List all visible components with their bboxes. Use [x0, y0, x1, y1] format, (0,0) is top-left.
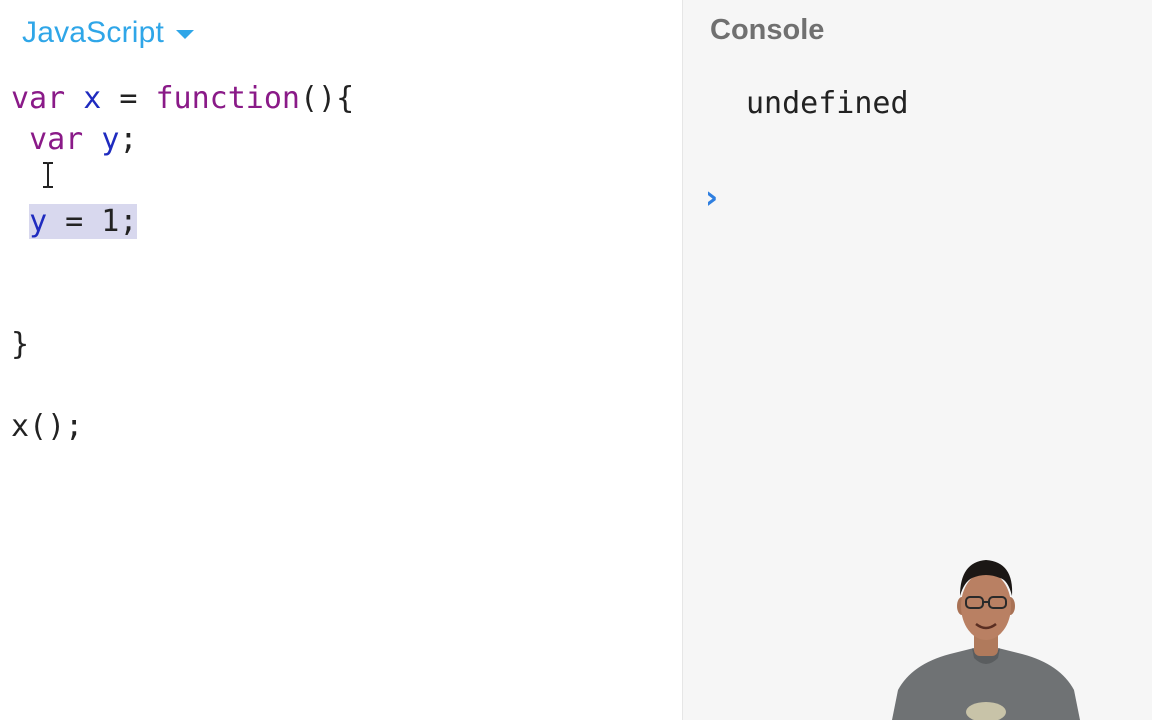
caret-down-icon[interactable] — [176, 30, 195, 39]
code-identifier: y — [101, 122, 120, 157]
console-output-line: undefined — [746, 86, 909, 121]
code-identifier: y — [29, 204, 48, 239]
code-line: } — [11, 327, 30, 362]
code-keyword: var — [29, 122, 84, 157]
language-selector[interactable]: JavaScript — [22, 14, 195, 52]
console-prompt-icon[interactable]: › — [705, 178, 718, 216]
code-line-empty — [11, 283, 354, 324]
code-punctuation: (){ — [300, 81, 355, 116]
selected-code: y = 1; — [29, 204, 138, 239]
code-line: var x = function(){ — [11, 78, 354, 119]
app: JavaScript var x = function(){ var y; y … — [0, 0, 1152, 720]
code-punctuation: ; — [119, 122, 138, 157]
code-line-empty — [11, 365, 354, 406]
language-label: JavaScript — [22, 16, 165, 49]
code-area[interactable]: var x = function(){ var y; y = 1;} x(); — [11, 78, 354, 447]
code-line: x(); — [11, 409, 84, 444]
code-line-empty — [11, 160, 354, 201]
code-operator: = — [101, 81, 156, 116]
code-line-empty — [11, 242, 354, 283]
code-keyword: function — [155, 81, 301, 116]
code-keyword: var — [11, 81, 66, 116]
console-title: Console — [710, 14, 825, 46]
code-line: var y; — [11, 119, 354, 160]
code-editor-pane[interactable]: JavaScript var x = function(){ var y; y … — [0, 0, 682, 720]
code-identifier: x — [83, 81, 102, 116]
presenter-video — [892, 560, 1080, 720]
code-line: y = 1; — [11, 201, 354, 242]
code-statement: = 1; — [47, 204, 138, 239]
text-cursor-icon — [43, 162, 53, 188]
